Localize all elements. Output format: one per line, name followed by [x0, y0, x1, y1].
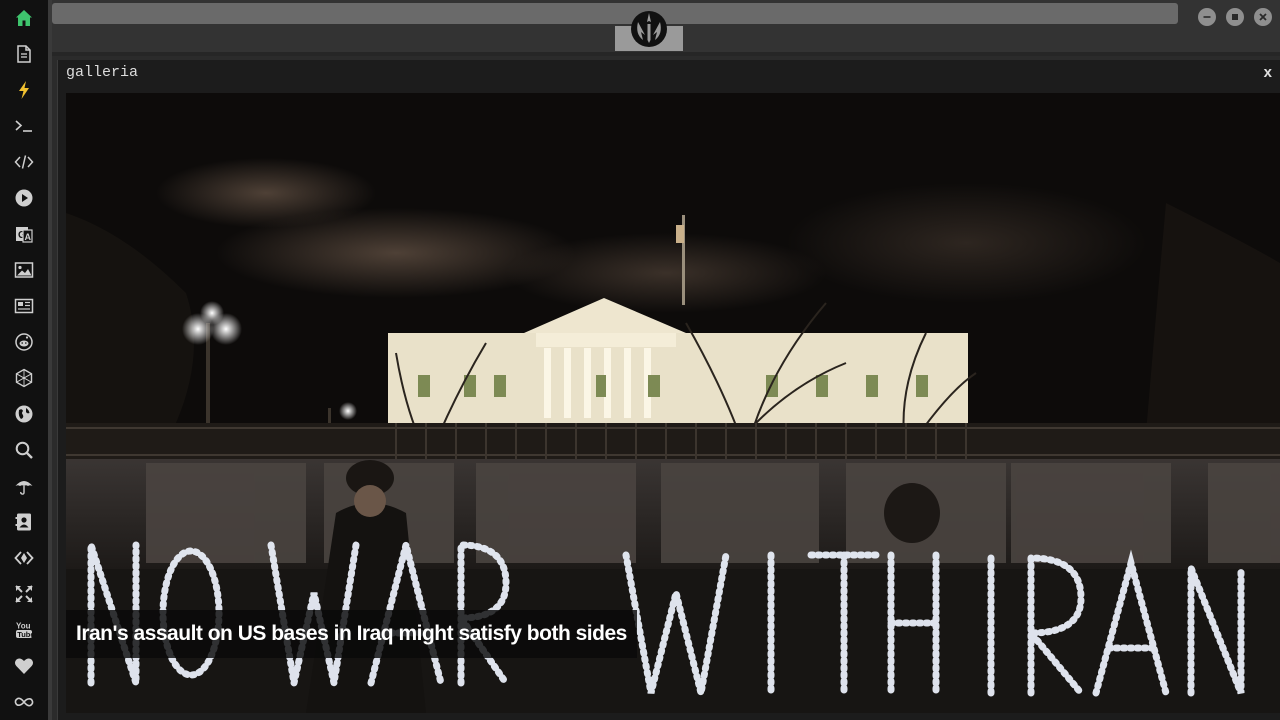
close-icon	[1259, 13, 1267, 21]
globe-icon	[15, 405, 33, 423]
dock-item-code-tag[interactable]	[0, 540, 48, 576]
dock-item-globe[interactable]	[0, 396, 48, 432]
code-icon	[14, 155, 34, 169]
newspaper-icon	[14, 298, 34, 314]
dock-item-translate[interactable]: GA	[0, 216, 48, 252]
document-icon	[17, 45, 31, 63]
panel-close-button[interactable]: x	[1264, 64, 1272, 81]
expand-icon	[15, 585, 33, 603]
dock-item-hexagon[interactable]	[0, 360, 48, 396]
umbrella-icon	[15, 481, 33, 495]
dock-item-play[interactable]	[0, 180, 48, 216]
dock-item-code[interactable]	[0, 144, 48, 180]
image-caption: Iran's assault on US bases in Iraq might…	[66, 610, 637, 658]
heart-icon	[14, 658, 34, 674]
top-bar	[52, 0, 1280, 52]
dock-item-document[interactable]	[0, 36, 48, 72]
dock-item-lightning[interactable]	[0, 72, 48, 108]
close-window-button[interactable]	[1254, 8, 1272, 26]
dock-item-youtube[interactable]: You Tube	[0, 612, 48, 648]
play-icon	[15, 189, 33, 207]
rebel-alliance-logo-icon	[631, 11, 667, 47]
panel-title: galleria	[66, 64, 139, 81]
dock-item-infinity[interactable]	[0, 684, 48, 720]
minimize-button[interactable]	[1198, 8, 1216, 26]
dock-divider	[48, 0, 52, 720]
top-bar-border	[52, 52, 1280, 56]
dock-item-search[interactable]	[0, 432, 48, 468]
maximize-button[interactable]	[1226, 8, 1244, 26]
youtube-icon: YouTube	[16, 622, 34, 639]
address-bar[interactable]	[52, 3, 1178, 24]
image-icon	[14, 262, 34, 278]
translate-icon: GA	[16, 227, 33, 243]
home-icon	[16, 10, 32, 26]
dock-item-contact[interactable]	[0, 504, 48, 540]
dock-item-image[interactable]	[0, 252, 48, 288]
search-icon	[15, 441, 33, 459]
reddit-icon	[15, 333, 33, 351]
dock-item-home[interactable]	[0, 0, 48, 36]
lightning-icon	[19, 81, 29, 99]
dock-item-news[interactable]	[0, 288, 48, 324]
dock-item-reddit[interactable]	[0, 324, 48, 360]
app-dock: GA You Tube	[0, 0, 48, 720]
svg-text:A: A	[25, 232, 32, 242]
maximize-icon	[1232, 14, 1238, 20]
svg-text:Tube: Tube	[17, 630, 34, 639]
contact-card-icon	[15, 513, 31, 531]
dock-item-heart[interactable]	[0, 648, 48, 684]
caption-text: Iran's assault on US bases in Iraq might…	[76, 622, 627, 645]
dock-item-terminal[interactable]	[0, 108, 48, 144]
infinity-icon	[14, 697, 34, 707]
hexagon-icon	[15, 368, 33, 388]
dock-item-umbrella[interactable]	[0, 468, 48, 504]
dock-item-expand[interactable]	[0, 576, 48, 612]
code-tag-icon	[14, 551, 34, 565]
terminal-icon	[15, 120, 32, 132]
minimize-icon	[1203, 16, 1211, 18]
